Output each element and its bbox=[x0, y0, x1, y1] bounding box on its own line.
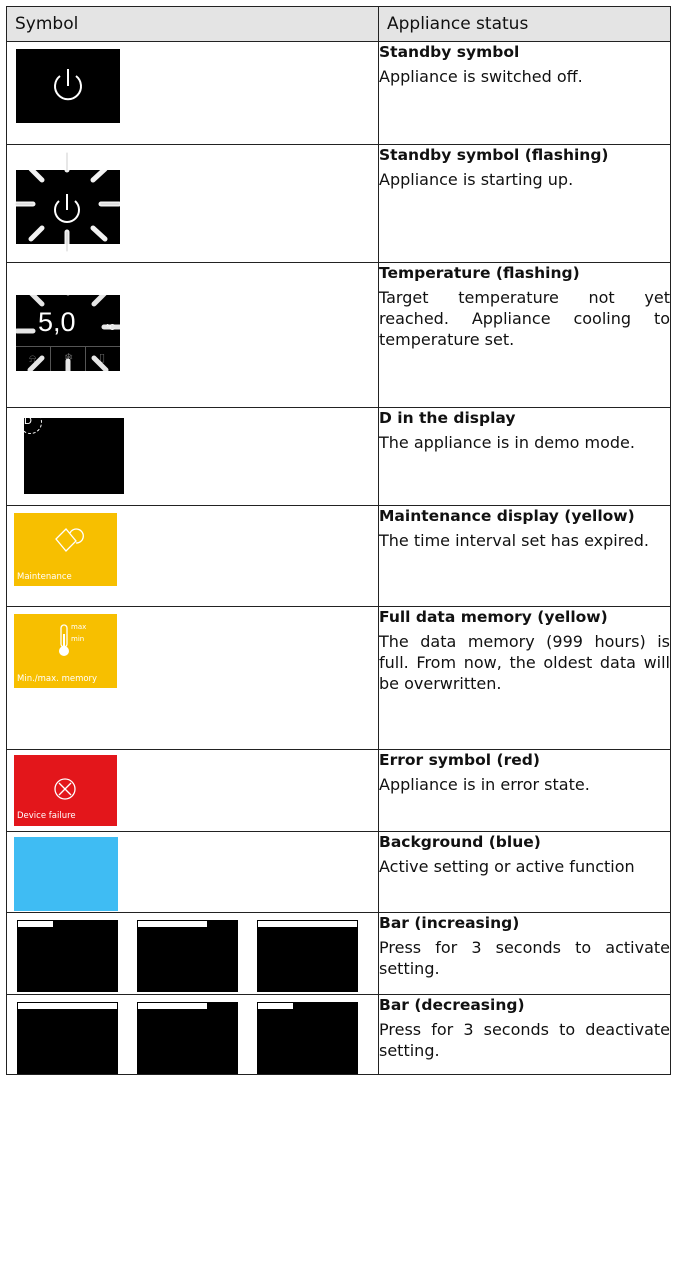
status-description: Active setting or active function bbox=[379, 857, 635, 876]
symbol-cell: 5,0 °C ⍾ ❄ ▯ bbox=[6, 262, 379, 408]
table-header-row: Symbol Appliance status bbox=[6, 6, 671, 42]
status-description: Press for 3 seconds to deactivate settin… bbox=[379, 1020, 670, 1060]
status-cell: Full data memory (yellow) The data memor… bbox=[378, 606, 671, 750]
status-title: Temperature (flashing) bbox=[379, 264, 580, 282]
flash-rays-icon bbox=[13, 150, 122, 254]
status-title: D in the display bbox=[379, 409, 516, 427]
status-title: Bar (increasing) bbox=[379, 914, 520, 932]
status-title: Bar (decreasing) bbox=[379, 996, 525, 1014]
flash-rays-icon bbox=[14, 272, 124, 386]
maintenance-caption: Maintenance bbox=[17, 572, 72, 582]
status-cell: Standby symbol (flashing) Appliance is s… bbox=[378, 144, 671, 263]
bar-fill bbox=[138, 921, 208, 927]
table-row: Bar (increasing) Press for 3 seconds to … bbox=[6, 912, 671, 995]
table-row: Device failure Error symbol (red) Applia… bbox=[6, 749, 671, 832]
status-description: The time interval set has expired. bbox=[379, 531, 650, 550]
error-caption: Device failure bbox=[17, 811, 76, 821]
bar-fill bbox=[138, 1003, 208, 1009]
status-description: Appliance is starting up. bbox=[379, 170, 574, 189]
maintenance-icon: Maintenance bbox=[14, 513, 117, 586]
status-title: Maintenance display (yellow) bbox=[379, 507, 635, 525]
table-row: Standby symbol (flashing) Appliance is s… bbox=[6, 144, 671, 263]
bar-fill bbox=[258, 921, 357, 927]
symbol-cell: max min Min./max. memory bbox=[6, 606, 379, 750]
status-title: Standby symbol bbox=[379, 43, 520, 61]
symbol-cell: D bbox=[6, 407, 379, 506]
table-row: Maintenance Maintenance display (yellow)… bbox=[6, 505, 671, 607]
status-cell: Standby symbol Appliance is switched off… bbox=[378, 41, 671, 145]
bar-increasing-step-1 bbox=[17, 920, 118, 992]
max-label: max bbox=[71, 623, 87, 631]
bar-decreasing-step-1 bbox=[17, 1002, 118, 1074]
status-cell: Temperature (flashing) Target temperatur… bbox=[378, 262, 671, 408]
symbol-cell bbox=[6, 912, 379, 995]
error-icon: Device failure bbox=[14, 755, 117, 826]
bar-decreasing-step-3 bbox=[257, 1002, 358, 1074]
status-title: Error symbol (red) bbox=[379, 751, 540, 769]
bar-increasing-step-2 bbox=[137, 920, 238, 992]
symbol-cell bbox=[6, 41, 379, 145]
table-row: Bar (decreasing) Press for 3 seconds to … bbox=[6, 994, 671, 1075]
status-cell: D in the display The appliance is in dem… bbox=[378, 407, 671, 506]
bar-decreasing-step-2 bbox=[137, 1002, 238, 1074]
symbol-cell bbox=[6, 994, 379, 1075]
status-cell: Error symbol (red) Appliance is in error… bbox=[378, 749, 671, 832]
memory-caption: Min./max. memory bbox=[17, 674, 98, 684]
table-row: 5,0 °C ⍾ ❄ ▯ bbox=[6, 262, 671, 408]
status-cell: Bar (decreasing) Press for 3 seconds to … bbox=[378, 994, 671, 1075]
table-row: D D in the display The appliance is in d… bbox=[6, 407, 671, 506]
bar-fill bbox=[258, 1003, 293, 1009]
symbol-cell bbox=[6, 144, 379, 263]
min-label: min bbox=[71, 635, 85, 643]
thermometer-icon: max min Min./max. memory bbox=[14, 614, 117, 688]
demo-mode-icon: D bbox=[19, 411, 124, 494]
symbol-cell: Maintenance bbox=[6, 505, 379, 607]
status-description: Appliance is switched off. bbox=[379, 67, 583, 86]
status-cell: Maintenance display (yellow) The time in… bbox=[378, 505, 671, 607]
demo-letter: D bbox=[24, 415, 32, 427]
bar-fill bbox=[18, 921, 53, 927]
symbol-cell: Device failure bbox=[6, 749, 379, 832]
symbol-status-table: Symbol Appliance status Standby symbol A… bbox=[6, 6, 671, 1075]
header-symbol: Symbol bbox=[6, 6, 379, 42]
status-description: The appliance is in demo mode. bbox=[379, 433, 635, 452]
status-description: Target temperature not yet reached. Appl… bbox=[379, 288, 670, 349]
status-description: The data memory (999 hours) is full. Fro… bbox=[379, 632, 670, 693]
status-title: Full data memory (yellow) bbox=[379, 608, 608, 626]
table-row: Standby symbol Appliance is switched off… bbox=[6, 41, 671, 145]
status-title: Standby symbol (flashing) bbox=[379, 146, 609, 164]
status-cell: Bar (increasing) Press for 3 seconds to … bbox=[378, 912, 671, 995]
blue-background bbox=[14, 837, 118, 911]
table-row: Background (blue) Active setting or acti… bbox=[6, 831, 671, 913]
symbol-cell bbox=[6, 831, 379, 913]
status-cell: Background (blue) Active setting or acti… bbox=[378, 831, 671, 913]
status-description: Appliance is in error state. bbox=[379, 775, 590, 794]
status-title: Background (blue) bbox=[379, 833, 541, 851]
standby-icon bbox=[16, 49, 120, 123]
header-status: Appliance status bbox=[378, 6, 671, 42]
bar-increasing-step-3 bbox=[257, 920, 358, 992]
status-description: Press for 3 seconds to activate setting. bbox=[379, 938, 670, 978]
table-row: max min Min./max. memory Full data memor… bbox=[6, 606, 671, 750]
bar-fill bbox=[18, 1003, 117, 1009]
